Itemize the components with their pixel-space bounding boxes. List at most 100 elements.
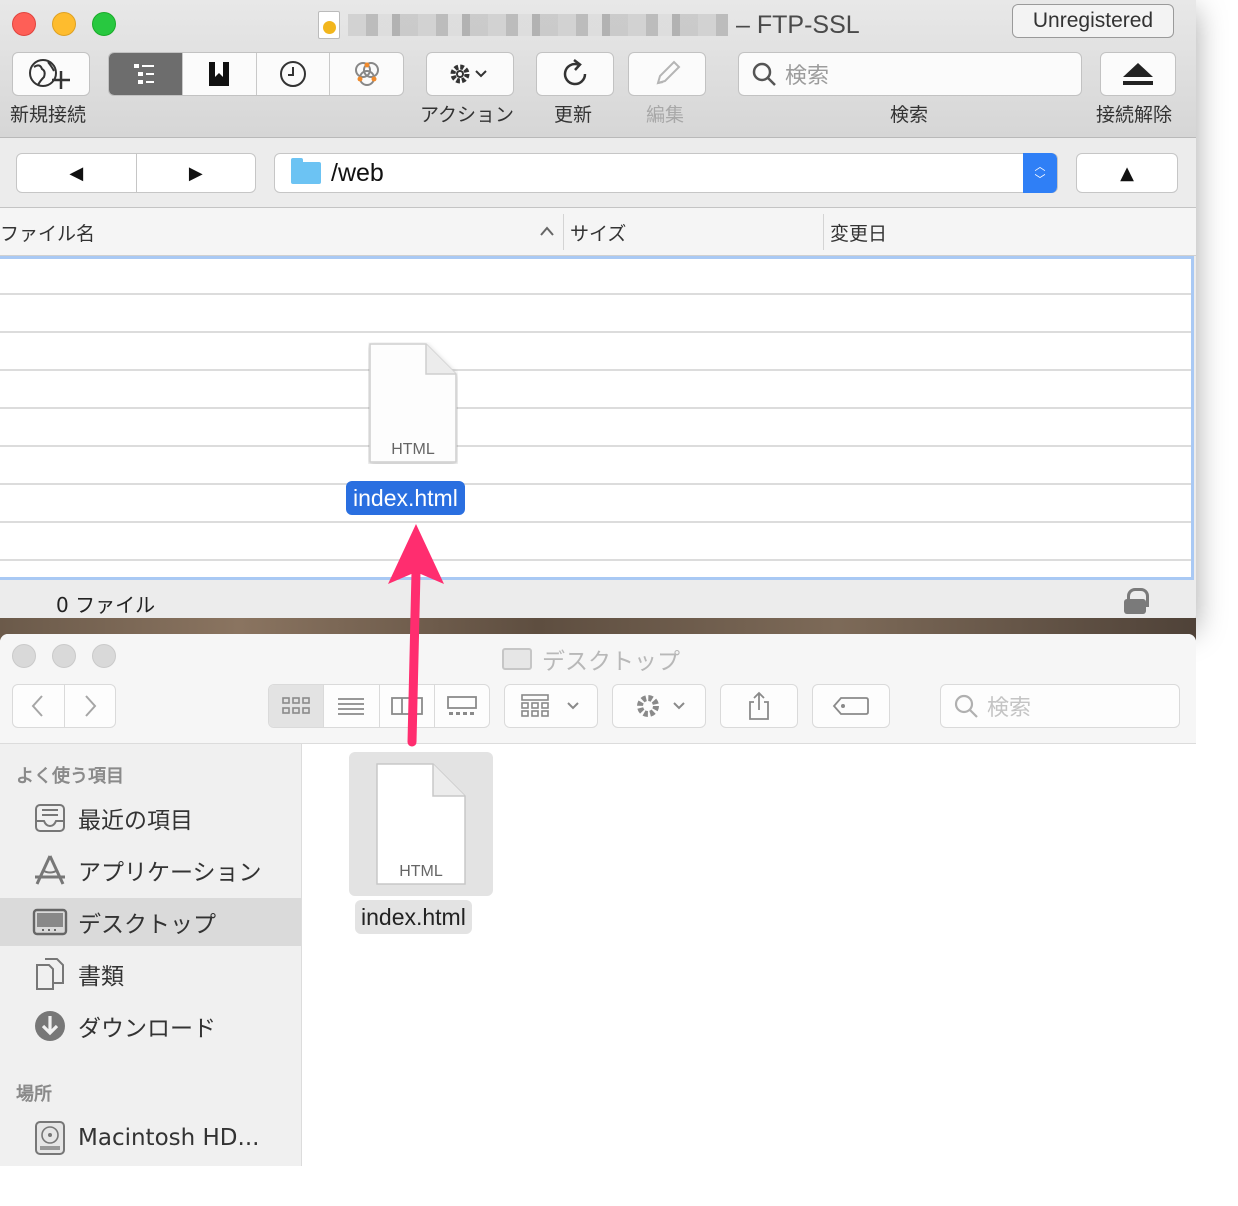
- desktop-folder-icon: [502, 648, 532, 670]
- dragged-html-file-icon[interactable]: HTML: [368, 342, 458, 464]
- column-name-header[interactable]: ファイル名: [0, 219, 95, 246]
- sidebar-item-label: 書類: [78, 964, 124, 990]
- minimize-window-button[interactable]: [52, 12, 76, 36]
- sidebar-item-label: ダウンロード: [78, 1016, 216, 1042]
- share-button[interactable]: [720, 684, 798, 728]
- eject-icon: [1123, 63, 1153, 85]
- finder-window: デスクトップ 検索 よく使う項目 最近の項目 アプリケーション デスクトップ 書…: [0, 634, 1196, 1166]
- sidebar-item-desktop[interactable]: デスクトップ: [0, 898, 301, 946]
- remote-file-list[interactable]: [0, 256, 1194, 580]
- sidebar-item-documents[interactable]: 書類: [0, 950, 301, 998]
- html-file-icon[interactable]: HTML: [375, 762, 467, 886]
- column-header: ファイル名 サイズ 変更日: [0, 208, 1196, 256]
- action-label: アクション: [420, 104, 515, 126]
- file-count: 0 ファイル: [56, 593, 156, 617]
- dragged-file-name[interactable]: index.html: [346, 481, 465, 515]
- window-title-suffix: – FTP-SSL: [736, 10, 860, 39]
- applications-icon: [32, 852, 68, 888]
- new-connection-label: 新規接続: [10, 104, 87, 126]
- finder-search-field[interactable]: 検索: [940, 684, 1180, 728]
- view-files-tab[interactable]: [109, 53, 183, 95]
- group-icon: [521, 694, 579, 717]
- finder-zoom-button[interactable]: [92, 644, 116, 668]
- close-window-button[interactable]: [12, 12, 36, 36]
- ftp-search-field[interactable]: 検索: [738, 52, 1082, 96]
- clock-icon: [279, 61, 306, 87]
- icon-view-button[interactable]: [269, 685, 325, 727]
- finder-close-button[interactable]: [12, 644, 36, 668]
- path-popup-stepper[interactable]: ︿ ﹀: [1023, 153, 1057, 193]
- search-icon: [752, 62, 776, 86]
- unregistered-button[interactable]: Unregistered: [1012, 4, 1174, 38]
- downloads-icon: [32, 1008, 68, 1044]
- finder-gear-icon: [637, 695, 685, 717]
- disconnect-button[interactable]: [1100, 52, 1176, 96]
- tag-icon: [832, 697, 869, 715]
- ftp-window: – FTP-SSL Unregistered 新規接続 アクション 更新 編集 …: [0, 0, 1196, 622]
- column-size-header[interactable]: サイズ: [570, 219, 626, 246]
- path-bar: ◀ ▶ /web ︿ ﹀ ▲: [0, 138, 1196, 208]
- ftp-toolbar: – FTP-SSL Unregistered 新規接続 アクション 更新 編集 …: [0, 0, 1196, 138]
- finder-forward-button[interactable]: [65, 685, 116, 727]
- share-icon: [749, 691, 769, 720]
- svg-text:HTML: HTML: [391, 441, 435, 458]
- bookmark-icon: [209, 62, 230, 86]
- refresh-icon: [563, 59, 587, 86]
- edit-button[interactable]: [628, 52, 706, 96]
- new-connection-button[interactable]: [12, 52, 90, 96]
- sidebar-item-label: アプリケーション: [78, 860, 262, 886]
- chevron-left-icon: [31, 695, 43, 717]
- parent-folder-button[interactable]: ▲: [1076, 153, 1178, 193]
- view-transfers-tab[interactable]: [330, 53, 403, 95]
- sidebar-item-applications[interactable]: アプリケーション: [0, 846, 301, 894]
- transmit-app-icon: [318, 11, 340, 39]
- action-menu-button[interactable]: [426, 52, 514, 96]
- pencil-icon: [656, 60, 681, 85]
- group-by-button[interactable]: [504, 684, 598, 728]
- window-title: – FTP-SSL: [318, 8, 860, 42]
- chevron-right-icon: [85, 695, 97, 717]
- finder-toolbar: デスクトップ 検索: [0, 634, 1196, 744]
- lock-icon: [1124, 588, 1149, 614]
- finder-back-button[interactable]: [13, 685, 65, 727]
- path-popup[interactable]: /web ︿ ﹀: [274, 153, 1058, 193]
- icon-view-icon: [282, 697, 310, 714]
- sidebar-location-label: Macintosh HD...: [78, 1125, 260, 1151]
- status-bar: 0 ファイル: [0, 580, 1196, 622]
- view-favorites-tab[interactable]: [183, 53, 257, 95]
- finder-content: HTML index.html: [303, 744, 1196, 1166]
- sidebar-item-label: 最近の項目: [78, 808, 193, 834]
- favorites-header: よく使う項目: [16, 766, 124, 787]
- tags-button[interactable]: [812, 684, 890, 728]
- finder-action-button[interactable]: [612, 684, 706, 728]
- chevron-down-icon: ﹀: [1034, 173, 1046, 186]
- refresh-label: 更新: [554, 104, 593, 126]
- refresh-button[interactable]: [536, 52, 614, 96]
- transfers-icon: [354, 62, 379, 86]
- sort-ascending-icon: [540, 226, 554, 236]
- view-history-tab[interactable]: [257, 53, 331, 95]
- finder-minimize-button[interactable]: [52, 644, 76, 668]
- sidebar-item-recents[interactable]: 最近の項目: [0, 794, 301, 842]
- finder-history-nav: [12, 684, 116, 728]
- recents-icon: [32, 800, 68, 836]
- column-modified-header[interactable]: 変更日: [830, 219, 887, 246]
- finder-title-text: デスクトップ: [542, 649, 680, 675]
- finder-title: デスクトップ: [502, 642, 680, 676]
- locations-header: 場所: [16, 1084, 52, 1105]
- hard-drive-icon: [32, 1120, 68, 1156]
- finder-search-icon: [954, 694, 978, 718]
- sidebar-item-macintosh-hd[interactable]: Macintosh HD...: [0, 1114, 301, 1162]
- forward-button[interactable]: ▶: [137, 154, 256, 192]
- list-view-icon: [338, 698, 365, 715]
- view-mode-segment[interactable]: [108, 52, 404, 96]
- sidebar-item-label: デスクトップ: [78, 912, 216, 938]
- drag-direction-arrow-icon: [388, 524, 444, 747]
- desktop-icon: [32, 904, 68, 940]
- finder-search-placeholder: 検索: [987, 696, 1032, 721]
- desktop-file-name[interactable]: index.html: [355, 900, 472, 934]
- sidebar-item-downloads[interactable]: ダウンロード: [0, 1002, 301, 1050]
- chevron-up-icon: ︿: [1034, 160, 1046, 173]
- back-button[interactable]: ◀: [17, 154, 137, 192]
- zoom-window-button[interactable]: [92, 12, 116, 36]
